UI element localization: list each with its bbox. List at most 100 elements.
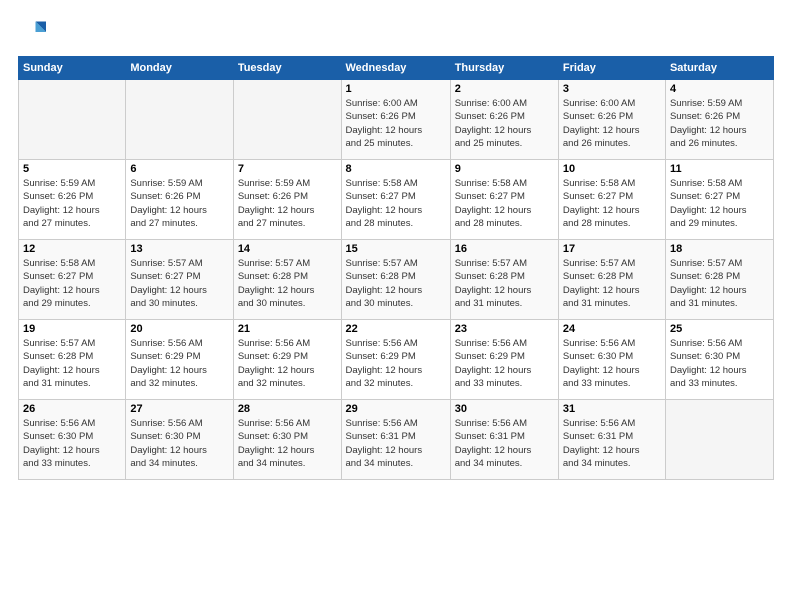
day-cell: 20 Sunrise: 5:56 AM Sunset: 6:29 PM Dayli… — [126, 320, 233, 400]
day-cell: 3Sunrise: 6:00 AM Sunset: 6:26 PM Daylig… — [558, 80, 665, 160]
day-info: Sunrise: 5:56 AM Sunset: 6:30 PM Dayligh… — [238, 417, 337, 470]
day-cell — [233, 80, 341, 160]
day-cell — [126, 80, 233, 160]
day-number: 19 — [23, 323, 121, 335]
day-cell: 7 Sunrise: 5:59 AM Sunset: 6:26 PM Daylig… — [233, 160, 341, 240]
day-number: 25 — [670, 323, 769, 335]
day-info: Sunrise: 5:57 AM Sunset: 6:28 PM Dayligh… — [670, 257, 769, 310]
day-info: Sunrise: 5:57 AM Sunset: 6:28 PM Dayligh… — [563, 257, 661, 310]
day-number: 7 — [238, 163, 337, 175]
calendar: SundayMondayTuesdayWednesdayThursdayFrid… — [18, 56, 774, 480]
day-number: 8 — [346, 163, 446, 175]
day-number: 10 — [563, 163, 661, 175]
day-info: Sunrise: 5:58 AM Sunset: 6:27 PM Dayligh… — [563, 177, 661, 230]
day-info: Sunrise: 5:59 AM Sunset: 6:26 PM Dayligh… — [130, 177, 228, 230]
day-number: 2 — [455, 83, 554, 95]
day-info: Sunrise: 5:56 AM Sunset: 6:30 PM Dayligh… — [130, 417, 228, 470]
day-info: Sunrise: 5:59 AM Sunset: 6:26 PM Dayligh… — [670, 97, 769, 150]
day-info: Sunrise: 5:57 AM Sunset: 6:28 PM Dayligh… — [238, 257, 337, 310]
day-info: Sunrise: 6:00 AM Sunset: 6:26 PM Dayligh… — [455, 97, 554, 150]
day-info: Sunrise: 5:56 AM Sunset: 6:30 PM Dayligh… — [23, 417, 121, 470]
day-number: 23 — [455, 323, 554, 335]
day-number: 3 — [563, 83, 661, 95]
day-cell: 17 Sunrise: 5:57 AM Sunset: 6:28 PM Dayli… — [558, 240, 665, 320]
day-info: Sunrise: 5:56 AM Sunset: 6:31 PM Dayligh… — [455, 417, 554, 470]
day-number: 30 — [455, 403, 554, 415]
day-info: Sunrise: 5:59 AM Sunset: 6:26 PM Dayligh… — [23, 177, 121, 230]
day-number: 20 — [130, 323, 228, 335]
week-row-3: 12 Sunrise: 5:58 AM Sunset: 6:27 PM Dayli… — [19, 240, 774, 320]
day-cell: 16 Sunrise: 5:57 AM Sunset: 6:28 PM Dayli… — [450, 240, 558, 320]
column-header-saturday: Saturday — [665, 57, 773, 80]
day-cell: 26 Sunrise: 5:56 AM Sunset: 6:30 PM Dayli… — [19, 400, 126, 480]
header — [18, 18, 774, 46]
day-cell: 29 Sunrise: 5:56 AM Sunset: 6:31 PM Dayli… — [341, 400, 450, 480]
day-info: Sunrise: 5:59 AM Sunset: 6:26 PM Dayligh… — [238, 177, 337, 230]
day-cell: 22 Sunrise: 5:56 AM Sunset: 6:29 PM Dayli… — [341, 320, 450, 400]
day-cell: 15 Sunrise: 5:57 AM Sunset: 6:28 PM Dayli… — [341, 240, 450, 320]
day-number: 27 — [130, 403, 228, 415]
day-cell: 31 Sunrise: 5:56 AM Sunset: 6:31 PM Dayli… — [558, 400, 665, 480]
week-row-1: 1 Sunrise: 6:00 AM Sunset: 6:26 PM Daylig… — [19, 80, 774, 160]
day-number: 14 — [238, 243, 337, 255]
day-info: Sunrise: 5:58 AM Sunset: 6:27 PM Dayligh… — [23, 257, 121, 310]
day-cell: 9 Sunrise: 5:58 AM Sunset: 6:27 PM Daylig… — [450, 160, 558, 240]
day-info: Sunrise: 5:57 AM Sunset: 6:28 PM Dayligh… — [455, 257, 554, 310]
day-cell: 8 Sunrise: 5:58 AM Sunset: 6:27 PM Daylig… — [341, 160, 450, 240]
day-number: 31 — [563, 403, 661, 415]
column-header-wednesday: Wednesday — [341, 57, 450, 80]
day-number: 26 — [23, 403, 121, 415]
day-info: Sunrise: 5:56 AM Sunset: 6:30 PM Dayligh… — [670, 337, 769, 390]
day-number: 12 — [23, 243, 121, 255]
day-info: Sunrise: 5:58 AM Sunset: 6:27 PM Dayligh… — [670, 177, 769, 230]
day-number: 15 — [346, 243, 446, 255]
day-cell: 14 Sunrise: 5:57 AM Sunset: 6:28 PM Dayli… — [233, 240, 341, 320]
day-cell: 18Sunrise: 5:57 AM Sunset: 6:28 PM Dayli… — [665, 240, 773, 320]
day-cell: 4 Sunrise: 5:59 AM Sunset: 6:26 PM Daylig… — [665, 80, 773, 160]
day-cell: 10 Sunrise: 5:58 AM Sunset: 6:27 PM Dayli… — [558, 160, 665, 240]
day-cell — [19, 80, 126, 160]
week-row-4: 19 Sunrise: 5:57 AM Sunset: 6:28 PM Dayli… — [19, 320, 774, 400]
day-cell: 2 Sunrise: 6:00 AM Sunset: 6:26 PM Daylig… — [450, 80, 558, 160]
day-info: Sunrise: 5:58 AM Sunset: 6:27 PM Dayligh… — [346, 177, 446, 230]
day-cell: 21 Sunrise: 5:56 AM Sunset: 6:29 PM Dayli… — [233, 320, 341, 400]
day-cell: 6 Sunrise: 5:59 AM Sunset: 6:26 PM Daylig… — [126, 160, 233, 240]
column-header-tuesday: Tuesday — [233, 57, 341, 80]
week-row-2: 5 Sunrise: 5:59 AM Sunset: 6:26 PM Daylig… — [19, 160, 774, 240]
day-cell — [665, 400, 773, 480]
day-info: Sunrise: 5:56 AM Sunset: 6:31 PM Dayligh… — [346, 417, 446, 470]
day-number: 17 — [563, 243, 661, 255]
day-number: 9 — [455, 163, 554, 175]
calendar-header-row: SundayMondayTuesdayWednesdayThursdayFrid… — [19, 57, 774, 80]
day-number: 24 — [563, 323, 661, 335]
column-header-sunday: Sunday — [19, 57, 126, 80]
day-info: Sunrise: 5:57 AM Sunset: 6:28 PM Dayligh… — [346, 257, 446, 310]
column-header-friday: Friday — [558, 57, 665, 80]
day-number: 16 — [455, 243, 554, 255]
day-cell: 1 Sunrise: 6:00 AM Sunset: 6:26 PM Daylig… — [341, 80, 450, 160]
day-cell: 23 Sunrise: 5:56 AM Sunset: 6:29 PM Dayli… — [450, 320, 558, 400]
day-info: Sunrise: 5:56 AM Sunset: 6:29 PM Dayligh… — [238, 337, 337, 390]
day-info: Sunrise: 5:56 AM Sunset: 6:29 PM Dayligh… — [130, 337, 228, 390]
day-info: Sunrise: 5:57 AM Sunset: 6:28 PM Dayligh… — [23, 337, 121, 390]
day-number: 4 — [670, 83, 769, 95]
day-cell: 5 Sunrise: 5:59 AM Sunset: 6:26 PM Daylig… — [19, 160, 126, 240]
day-cell: 30 Sunrise: 5:56 AM Sunset: 6:31 PM Dayli… — [450, 400, 558, 480]
day-info: Sunrise: 5:56 AM Sunset: 6:29 PM Dayligh… — [346, 337, 446, 390]
day-number: 29 — [346, 403, 446, 415]
day-info: Sunrise: 5:56 AM Sunset: 6:29 PM Dayligh… — [455, 337, 554, 390]
day-number: 1 — [346, 83, 446, 95]
logo-icon — [18, 18, 46, 46]
day-cell: 27 Sunrise: 5:56 AM Sunset: 6:30 PM Dayli… — [126, 400, 233, 480]
page: SundayMondayTuesdayWednesdayThursdayFrid… — [0, 0, 792, 612]
day-number: 21 — [238, 323, 337, 335]
day-number: 22 — [346, 323, 446, 335]
day-number: 5 — [23, 163, 121, 175]
day-number: 6 — [130, 163, 228, 175]
day-cell: 28Sunrise: 5:56 AM Sunset: 6:30 PM Dayli… — [233, 400, 341, 480]
day-info: Sunrise: 5:58 AM Sunset: 6:27 PM Dayligh… — [455, 177, 554, 230]
day-cell: 24Sunrise: 5:56 AM Sunset: 6:30 PM Dayli… — [558, 320, 665, 400]
day-info: Sunrise: 5:56 AM Sunset: 6:31 PM Dayligh… — [563, 417, 661, 470]
day-cell: 25 Sunrise: 5:56 AM Sunset: 6:30 PM Dayli… — [665, 320, 773, 400]
day-info: Sunrise: 6:00 AM Sunset: 6:26 PM Dayligh… — [346, 97, 446, 150]
